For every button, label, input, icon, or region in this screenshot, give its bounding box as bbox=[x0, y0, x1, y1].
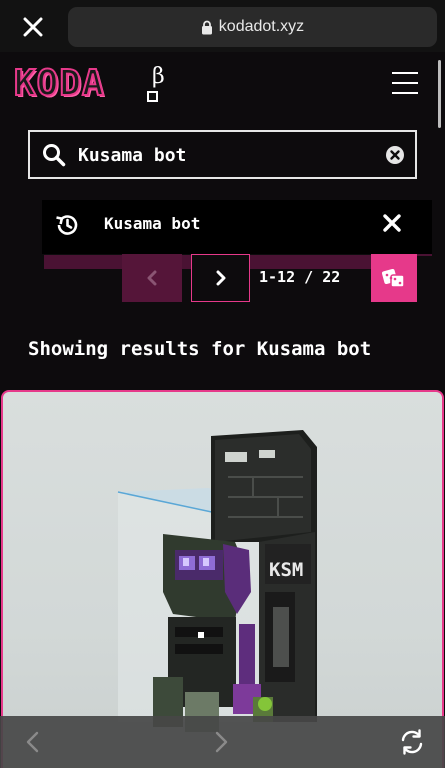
chevron-right-icon bbox=[216, 270, 225, 286]
prev-page-button[interactable] bbox=[122, 254, 182, 302]
close-tab-button[interactable] bbox=[18, 12, 48, 42]
card-art-text: KSM bbox=[269, 559, 303, 581]
clear-circle-icon[interactable] bbox=[385, 145, 405, 165]
search-suggestion-item[interactable]: Kusama bot bbox=[42, 200, 432, 254]
menu-button[interactable] bbox=[392, 72, 418, 94]
suggestion-label: Kusama bot bbox=[104, 214, 201, 233]
lock-icon bbox=[201, 20, 212, 34]
close-icon[interactable] bbox=[383, 214, 401, 232]
page-range: 1-12 / 22 bbox=[259, 268, 341, 286]
search-box[interactable] bbox=[28, 130, 417, 179]
reload-icon[interactable] bbox=[397, 728, 427, 756]
address-bar[interactable]: kodadot.xyz bbox=[68, 7, 437, 47]
close-icon bbox=[23, 17, 43, 37]
dice-icon bbox=[381, 268, 405, 288]
chevron-right-icon[interactable] bbox=[210, 730, 232, 754]
random-button[interactable] bbox=[371, 254, 417, 302]
beta-mark: β bbox=[152, 64, 165, 89]
nft-card[interactable]: KSM bbox=[1, 390, 444, 768]
next-page-button[interactable] bbox=[191, 254, 250, 302]
page-scrollbar[interactable] bbox=[438, 60, 441, 128]
logo-text: KODA bbox=[13, 62, 105, 105]
chevron-left-icon[interactable] bbox=[22, 730, 44, 754]
browser-top-bar: kodadot.xyz bbox=[0, 0, 445, 52]
chevron-left-icon bbox=[147, 270, 157, 286]
search-icon bbox=[43, 144, 66, 167]
nft-image: KSM bbox=[117, 430, 317, 732]
url-text: kodadot.xyz bbox=[218, 18, 305, 35]
browser-bottom-toolbar bbox=[0, 716, 445, 768]
results-heading: Showing results for Kusama bot bbox=[28, 338, 372, 360]
history-icon bbox=[56, 215, 78, 235]
hamburger-icon bbox=[392, 72, 418, 74]
beta-square bbox=[147, 91, 158, 102]
search-input[interactable] bbox=[78, 140, 368, 170]
